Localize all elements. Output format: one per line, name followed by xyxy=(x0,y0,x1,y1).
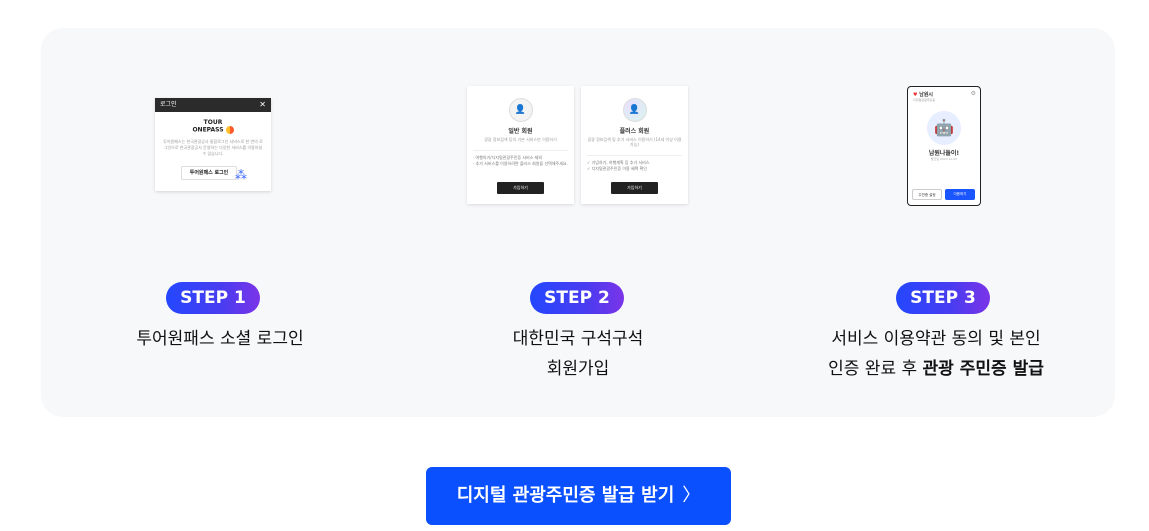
close-icon: ✕ xyxy=(259,100,266,109)
step-description-line: 대한민국 구석구석 xyxy=(512,329,644,349)
plus-member-card: 👤 플러스 회원 광광 정보검색 및 추가 서비스 이용하기 (14세 이상 이… xyxy=(581,86,688,204)
card-list-item: · 추가 서비스를 이용하려면 플러스 회원을 선택해주세요. xyxy=(473,161,568,166)
chevron-right-icon: 〉 xyxy=(682,485,701,506)
step-1-illustration: 로그인 ✕ TOUR ONEPASS 투어원패스는 한국관광공사 통합로그인 서… xyxy=(155,98,271,191)
user-plus-icon: 👤 xyxy=(622,98,647,122)
click-cursor-icon: ⁂ xyxy=(235,168,247,182)
step-description-line: 인증 완료 후 관광 주민증 발급 xyxy=(757,354,1115,384)
card-title: 플러스 회원 xyxy=(619,128,650,135)
divider xyxy=(473,150,568,151)
card-subtitle: 광광 정보검색 등의 기본 서비스만 이용하기 xyxy=(484,137,557,142)
step-description-line: 서비스 이용약관 동의 및 본인 xyxy=(831,329,1041,349)
issue-digital-resident-card-button[interactable]: 디지털 관광주민증 발급 받기 〉 xyxy=(426,467,731,525)
mascot-avatar: 🤖 xyxy=(927,111,961,145)
card-subtitle: 광광 정보검색 및 추가 서비스 이용하기 (14세 이상 이용 가능) xyxy=(587,137,682,147)
gear-icon: ⚙ xyxy=(970,90,976,97)
phone-header: ♥ 남원시 xyxy=(908,87,980,98)
step-description-text: 인증 완료 후 xyxy=(828,359,923,379)
cta-label: 디지털 관광주민증 발급 받기 xyxy=(456,485,675,506)
card-list-item: ✓ 디지털관광주민증 이용 혜택 확인 xyxy=(587,166,647,171)
login-window-mock: 로그인 ✕ TOUR ONEPASS 투어원패스는 한국관광공사 통합로그인 서… xyxy=(155,98,271,191)
step-description-line: 투어원패스 소셜 로그인 xyxy=(136,329,304,349)
onepass-login-button-mock: 투어원패스 로그인 xyxy=(181,166,237,180)
steps-panel: 로그인 ✕ TOUR ONEPASS 투어원패스는 한국관광공사 통합로그인 서… xyxy=(41,28,1115,417)
step-badge: STEP 2 xyxy=(530,282,624,314)
issue-meta: 발급일 2023.10.05 xyxy=(930,157,958,161)
step-badge: STEP 3 xyxy=(896,282,990,314)
divider xyxy=(587,155,682,156)
phone-subtitle: 디지털관광주민증 xyxy=(913,98,936,102)
step-2: 👤 일반 회원 광광 정보검색 등의 기본 서비스만 이용하기 · 여행하기/디… xyxy=(399,28,757,417)
step-3-illustration: ♥ 남원시 디지털관광주민증 ⚙ 🤖 남원나들이! 발급일 2023.10.05… xyxy=(907,86,981,206)
logo-mark-icon xyxy=(225,126,234,134)
card-title: 일반 회원 xyxy=(508,128,533,135)
step-description: 서비스 이용약관 동의 및 본인 인증 완료 후 관광 주민증 발급 xyxy=(757,324,1115,384)
step-description-emphasis: 관광 주민증 발급 xyxy=(922,359,1044,379)
user-icon: 👤 xyxy=(508,98,533,122)
login-window-titlebar: 로그인 ✕ xyxy=(155,98,271,112)
step-description: 투어원패스 소셜 로그인 xyxy=(41,324,399,354)
settings-button-mock: 주민증 설정 xyxy=(912,189,942,200)
tour-onepass-logo: TOUR ONEPASS xyxy=(155,120,271,134)
step-description: 대한민국 구석구석 회원가입 xyxy=(399,324,757,384)
use-button-mock: 이용하기 xyxy=(945,189,975,200)
step-badge: STEP 1 xyxy=(166,282,260,314)
step-2-illustration: 👤 일반 회원 광광 정보검색 등의 기본 서비스만 이용하기 · 여행하기/디… xyxy=(467,86,689,204)
login-description: 투어원패스는 한국관광공사 통합로그인 서비스로 한 번의 로그인으로 한국관광… xyxy=(163,139,263,156)
step-1: 로그인 ✕ TOUR ONEPASS 투어원패스는 한국관광공사 통합로그인 서… xyxy=(41,28,399,417)
logo-text-2: ONEPASS xyxy=(192,126,224,134)
step-description-line: 회원가입 xyxy=(546,359,610,379)
phone-buttons: 주민증 설정 이용하기 xyxy=(912,189,976,200)
join-button-mock: 가입하기 xyxy=(611,182,658,194)
step-3: ♥ 남원시 디지털관광주민증 ⚙ 🤖 남원나들이! 발급일 2023.10.05… xyxy=(757,28,1115,417)
join-button-mock: 가입하기 xyxy=(497,182,544,194)
general-member-card: 👤 일반 회원 광광 정보검색 등의 기본 서비스만 이용하기 · 여행하기/디… xyxy=(467,86,574,204)
resident-name: 남원나들이! xyxy=(928,150,960,157)
phone-mock: ♥ 남원시 디지털관광주민증 ⚙ 🤖 남원나들이! 발급일 2023.10.05… xyxy=(907,86,981,206)
login-window-title: 로그인 xyxy=(160,101,177,108)
